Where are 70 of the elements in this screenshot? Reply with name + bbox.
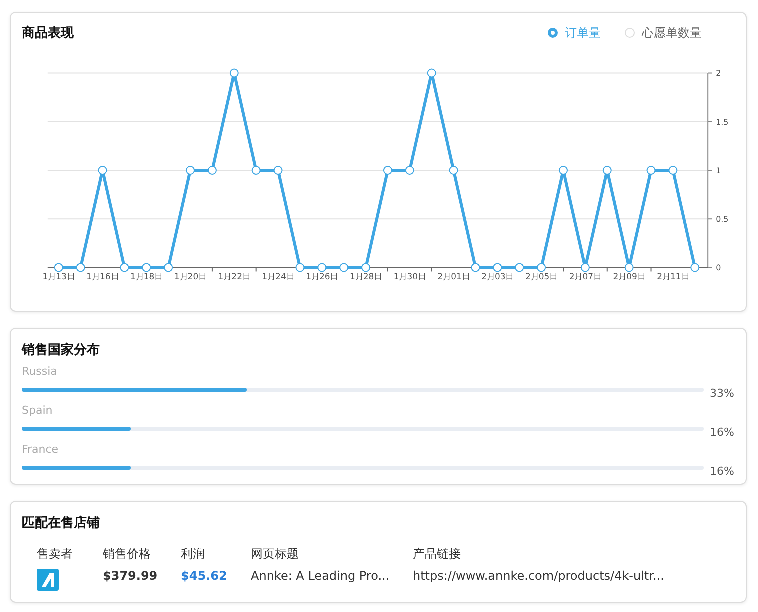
price-text: $379.99 — [103, 569, 159, 585]
percent-label: 33% — [710, 387, 736, 400]
country-name: Spain — [22, 404, 54, 417]
y-tick-label: 0.5 — [716, 215, 729, 224]
data-point — [602, 166, 612, 175]
data-point — [98, 166, 108, 175]
data-point — [580, 263, 590, 272]
x-tick-label: 1月18日 — [130, 272, 163, 282]
data-point — [668, 166, 678, 175]
x-tick-label: 2月01日 — [438, 272, 470, 282]
column-header: 售卖者 — [37, 546, 74, 563]
column-header: 产品链接 — [413, 546, 462, 563]
data-point — [230, 68, 239, 78]
data-point — [646, 166, 656, 175]
x-tick-label: 1月22日 — [218, 272, 250, 282]
data-point — [362, 263, 371, 272]
data-point — [252, 166, 261, 175]
column-header: 利润 — [181, 546, 206, 563]
country-name: France — [22, 443, 60, 456]
data-point — [340, 263, 349, 272]
legend-item[interactable]: 心愿单数量 — [625, 24, 702, 42]
data-point — [383, 166, 392, 175]
data-point — [537, 263, 546, 272]
x-tick-label: 2月07日 — [569, 272, 602, 282]
data-point — [427, 68, 436, 78]
card-title: 匹配在售店铺 — [22, 514, 100, 532]
column-header: 网页标题 — [251, 546, 300, 563]
x-tick-label: 2月03日 — [482, 272, 514, 282]
data-point — [405, 166, 414, 175]
data-point — [318, 263, 327, 272]
data-point — [76, 263, 86, 272]
data-point — [164, 263, 174, 272]
data-point — [515, 263, 524, 272]
x-tick-label: 2月09日 — [613, 272, 646, 282]
card-title: 商品表现 — [22, 24, 74, 42]
data-point — [54, 263, 64, 272]
data-point — [120, 263, 130, 272]
x-tick-label: 1月20日 — [174, 272, 207, 282]
data-point — [493, 263, 502, 272]
data-point — [624, 263, 634, 272]
y-tick-label: 0 — [716, 264, 722, 273]
country-name: Russia — [22, 365, 58, 378]
column-header: 销售价格 — [103, 546, 152, 563]
seller-logo-icon — [37, 569, 59, 591]
x-tick-label: 1月13日 — [42, 272, 75, 282]
data-point — [296, 263, 305, 272]
data-point — [471, 263, 480, 272]
x-tick-label: 2月11日 — [657, 272, 690, 282]
y-tick-label: 1 — [716, 166, 722, 176]
y-tick-label: 1.5 — [716, 118, 729, 127]
percent-label: 16% — [710, 465, 736, 478]
x-tick-label: 1月16日 — [86, 272, 119, 282]
data-point — [274, 166, 283, 175]
x-tick-label: 1月28日 — [350, 272, 382, 282]
profit-text: $45.62 — [181, 569, 228, 585]
x-tick-label: 2月05日 — [525, 272, 558, 282]
percent-label: 16% — [710, 426, 736, 439]
data-point — [559, 166, 568, 175]
data-point — [186, 166, 195, 175]
data-point — [690, 263, 700, 272]
product-link[interactable]: https://www.annke.com/products/4k-ultr... — [413, 569, 746, 591]
y-tick-label: 2 — [716, 69, 722, 78]
x-tick-label: 1月26日 — [306, 272, 338, 282]
data-point — [449, 166, 458, 175]
x-tick-label: 1月30日 — [394, 272, 426, 282]
x-tick-label: 1月24日 — [262, 272, 294, 282]
data-point — [142, 263, 152, 272]
data-point — [208, 166, 217, 175]
page-title-text: Annke: A Leading Pro... — [251, 569, 391, 585]
card-title: 销售国家分布 — [22, 342, 100, 359]
